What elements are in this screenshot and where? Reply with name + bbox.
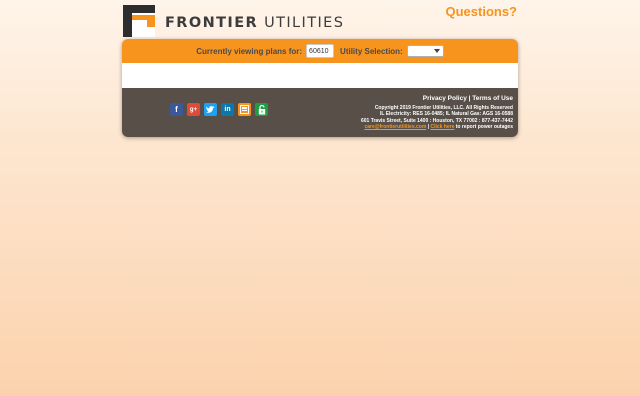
footer-link-separator: | (468, 95, 471, 102)
outage-text: to report power outages (454, 124, 513, 130)
email-link[interactable]: care@frontierutilities.com (364, 124, 426, 130)
viewing-plans-label: Currently viewing plans for: (196, 46, 303, 56)
blog-icon[interactable] (238, 103, 251, 116)
plans-content-area (122, 63, 518, 88)
frontier-logo[interactable]: FRONTIER UTILITIES (123, 5, 343, 37)
plans-card: Currently viewing plans for: Utility Sel… (122, 39, 518, 137)
linkedin-icon[interactable]: in (221, 103, 234, 116)
utility-selection-label: Utility Selection: (340, 46, 403, 56)
terms-of-use-link[interactable]: Terms of Use (472, 95, 513, 102)
utility-select[interactable] (406, 45, 444, 57)
logo-word-frontier: FRONTIER (165, 15, 259, 31)
contact-line: care@frontierutilities.com | Click here … (361, 124, 513, 131)
footer: f g+ in Privacy Policy | Terms of Use Co… (122, 88, 518, 137)
lock-icon[interactable] (255, 103, 268, 116)
logo-word-utilities: UTILITIES (264, 15, 345, 31)
plan-selection-bar: Currently viewing plans for: Utility Sel… (122, 39, 518, 63)
logo-wordmark: FRONTIER UTILITIES (165, 15, 344, 31)
zip-code-input[interactable] (306, 44, 335, 58)
footer-info: Privacy Policy | Terms of Use Copyright … (361, 95, 513, 131)
license-text: IL Electricity: RES 16-0485; IL Natural … (379, 111, 513, 117)
facebook-icon[interactable]: f (170, 103, 183, 116)
twitter-icon[interactable] (204, 103, 217, 116)
social-icons: f g+ in (170, 103, 268, 116)
logo-mark-icon (123, 5, 155, 37)
footer-links: Privacy Policy | Terms of Use (361, 95, 513, 103)
google-plus-icon[interactable]: g+ (187, 103, 200, 116)
questions-link[interactable]: Questions? (445, 4, 517, 19)
privacy-policy-link[interactable]: Privacy Policy (423, 95, 467, 102)
report-outage-link[interactable]: Click here (430, 124, 454, 130)
